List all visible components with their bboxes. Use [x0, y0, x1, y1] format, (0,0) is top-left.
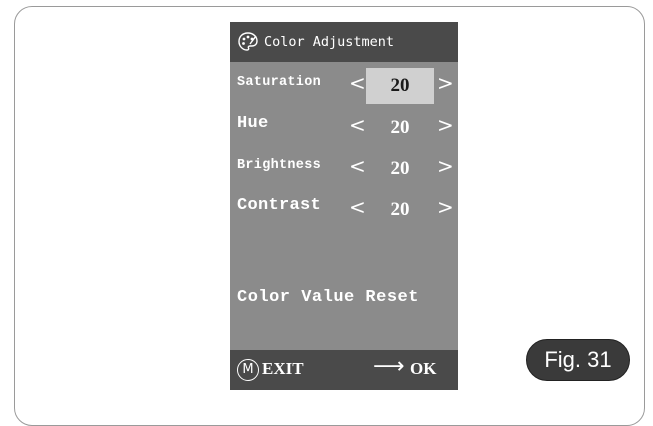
decrease-arrow-icon[interactable]: < [349, 195, 366, 219]
setting-row-contrast[interactable]: Contrast < 20 > [230, 190, 458, 230]
setting-row-hue[interactable]: Hue < 20 > [230, 108, 458, 148]
palette-icon [237, 31, 259, 53]
setting-label: Brightness [237, 158, 322, 173]
decrease-arrow-icon[interactable]: < [349, 113, 366, 137]
right-arrow-icon: ⟶ [373, 354, 405, 379]
menu-key-icon: M [237, 359, 259, 381]
color-adjustment-menu: Color Adjustment Saturation < 20 > Hue <… [230, 22, 458, 390]
exit-button[interactable]: EXIT [262, 359, 304, 379]
increase-arrow-icon[interactable]: > [437, 71, 454, 95]
setting-value[interactable]: 20 [366, 151, 434, 187]
setting-row-brightness[interactable]: Brightness < 20 > [230, 149, 458, 189]
setting-value[interactable]: 20 [366, 68, 434, 104]
setting-value[interactable]: 20 [366, 110, 434, 146]
setting-row-saturation[interactable]: Saturation < 20 > [230, 66, 458, 106]
setting-value[interactable]: 20 [366, 192, 434, 228]
ok-button[interactable]: OK [410, 359, 436, 379]
increase-arrow-icon[interactable]: > [437, 154, 454, 178]
menu-footer: M EXIT ⟶ OK [230, 350, 458, 390]
figure-label-badge: Fig. 31 [526, 339, 630, 381]
menu-title: Color Adjustment [264, 34, 395, 50]
decrease-arrow-icon[interactable]: < [349, 154, 366, 178]
color-value-reset-button[interactable]: Color Value Reset [237, 288, 419, 307]
increase-arrow-icon[interactable]: > [437, 195, 454, 219]
increase-arrow-icon[interactable]: > [437, 113, 454, 137]
menu-title-bar: Color Adjustment [230, 22, 458, 62]
setting-label: Contrast [237, 196, 322, 215]
setting-label: Hue [237, 114, 269, 133]
decrease-arrow-icon[interactable]: < [349, 71, 366, 95]
setting-label: Saturation [237, 75, 322, 90]
